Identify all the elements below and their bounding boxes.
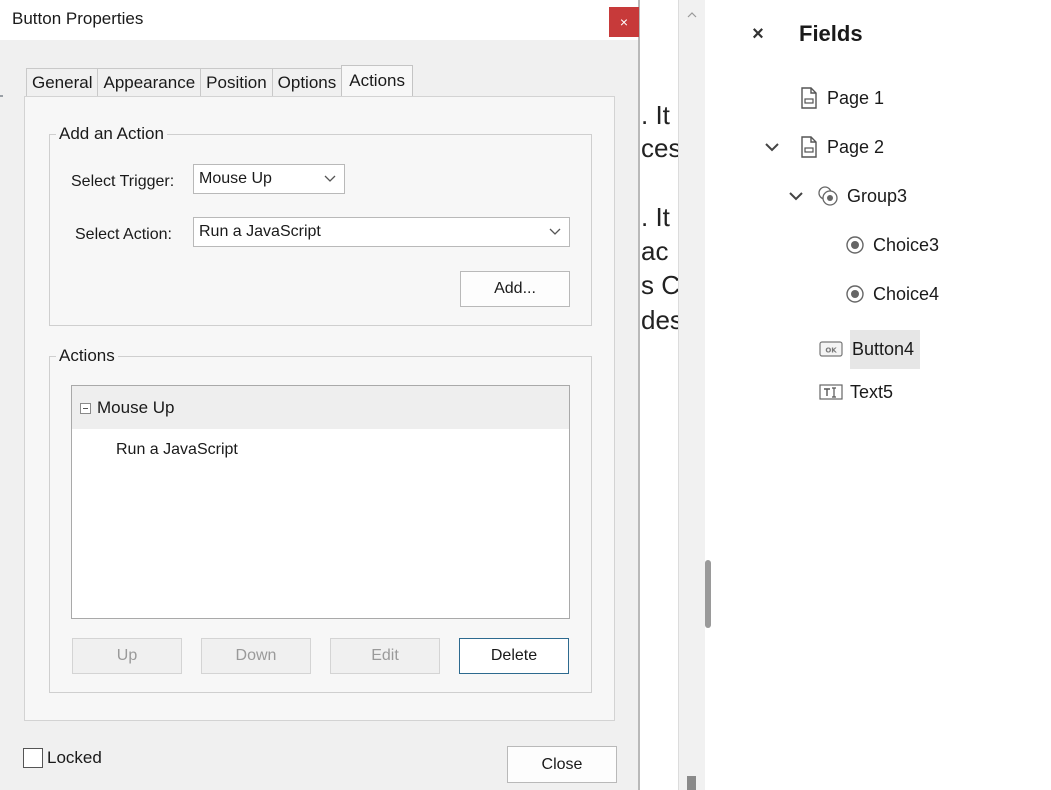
move-up-button[interactable]: Up <box>72 638 182 674</box>
tree-item-label: Button4 <box>850 329 921 369</box>
group-title: Actions <box>56 346 118 366</box>
text-field-icon <box>818 380 844 404</box>
tree-item-label: Text5 <box>850 381 894 402</box>
fields-panel: × Fields Page 1 Page 2 Group3 Choice3 Ch… <box>705 0 1051 790</box>
radio-button-icon <box>843 282 867 306</box>
chevron-down-icon[interactable] <box>763 138 781 156</box>
tree-item-label: Page 1 <box>827 87 885 108</box>
move-down-button[interactable]: Down <box>201 638 311 674</box>
close-icon[interactable]: × <box>749 22 767 46</box>
tab-position[interactable]: Position <box>200 68 273 96</box>
tree-item-group3[interactable]: Group3 <box>787 176 907 216</box>
fields-scrollbar-thumb[interactable] <box>705 560 711 628</box>
actions-list[interactable]: Mouse Up Run a JavaScript <box>71 385 570 619</box>
doc-text-fragment: s Cl <box>641 270 678 300</box>
scrollbar-thumb[interactable] <box>687 776 696 790</box>
locked-checkbox[interactable] <box>23 748 43 768</box>
panel-title: Fields <box>799 21 863 46</box>
tree-item-label: Choice4 <box>873 283 940 304</box>
actions-tab-panel: Add an Action Select Trigger: Mouse Up S… <box>24 96 615 721</box>
edge-mark <box>0 95 3 97</box>
doc-text-fragment: ac <box>641 236 669 266</box>
button-properties-dialog: Button Properties × General Appearance P… <box>0 0 640 790</box>
tree-item-choice3[interactable]: Choice3 <box>843 225 939 265</box>
radio-group-icon <box>817 184 841 208</box>
tab-options[interactable]: Options <box>271 68 343 96</box>
close-icon[interactable]: × <box>609 7 639 37</box>
action-label: Select Action: <box>75 226 172 243</box>
tree-item-text5[interactable]: Text5 <box>818 372 893 412</box>
close-button[interactable]: Close <box>507 746 617 783</box>
locked-label: Locked <box>47 748 102 767</box>
delete-button[interactable]: Delete <box>459 638 569 674</box>
action-select[interactable]: Run a JavaScript <box>193 217 570 247</box>
tab-appearance[interactable]: Appearance <box>97 68 202 96</box>
tab-bar: General Appearance Position Options Acti… <box>26 65 413 96</box>
tab-general[interactable]: General <box>26 68 99 96</box>
locked-option[interactable]: Locked <box>23 748 102 768</box>
add-action-button[interactable]: Add... <box>460 271 570 307</box>
action-select-value: Run a JavaScript <box>199 223 321 240</box>
doc-text-fragment: ces <box>641 133 678 163</box>
edit-button[interactable]: Edit <box>330 638 440 674</box>
chevron-down-icon <box>324 165 336 182</box>
collapse-icon[interactable] <box>80 403 91 414</box>
tree-item-page-2[interactable]: Page 2 <box>763 127 884 167</box>
trigger-label: Select Trigger: <box>71 173 175 190</box>
scroll-up-icon[interactable] <box>685 10 699 24</box>
chevron-down-icon <box>549 218 561 235</box>
tree-item-label: Choice3 <box>873 234 940 255</box>
group-title: Add an Action <box>56 124 167 144</box>
page-icon <box>797 135 821 159</box>
tab-actions[interactable]: Actions <box>341 65 413 96</box>
doc-text-fragment: . It <box>641 100 670 130</box>
doc-text-fragment: . It <box>641 202 670 232</box>
tree-item-label: Group3 <box>847 185 908 206</box>
trigger-select[interactable]: Mouse Up <box>193 164 345 194</box>
page-icon <box>797 86 821 110</box>
tree-item-button4[interactable]: OK Button4 <box>818 327 921 371</box>
action-trigger-node[interactable]: Mouse Up <box>72 386 569 429</box>
trigger-select-value: Mouse Up <box>199 170 272 187</box>
dialog-title: Button Properties <box>12 9 144 28</box>
tree-item-page-1[interactable]: Page 1 <box>797 78 884 118</box>
dialog-title-bar[interactable]: Button Properties × <box>0 0 639 40</box>
tree-item-choice4[interactable]: Choice4 <box>843 274 939 314</box>
button-field-icon: OK <box>818 337 844 361</box>
tree-item-label: Page 2 <box>827 136 885 157</box>
document-scrollbar[interactable] <box>678 0 706 790</box>
svg-text:OK: OK <box>825 347 837 355</box>
document-view: . It ces . It ac s Cl des <box>641 0 678 790</box>
chevron-down-icon[interactable] <box>787 187 805 205</box>
trigger-node-label: Mouse Up <box>97 398 175 417</box>
action-node[interactable]: Run a JavaScript <box>116 441 238 459</box>
doc-text-fragment: des <box>641 305 678 335</box>
radio-button-icon <box>843 233 867 257</box>
